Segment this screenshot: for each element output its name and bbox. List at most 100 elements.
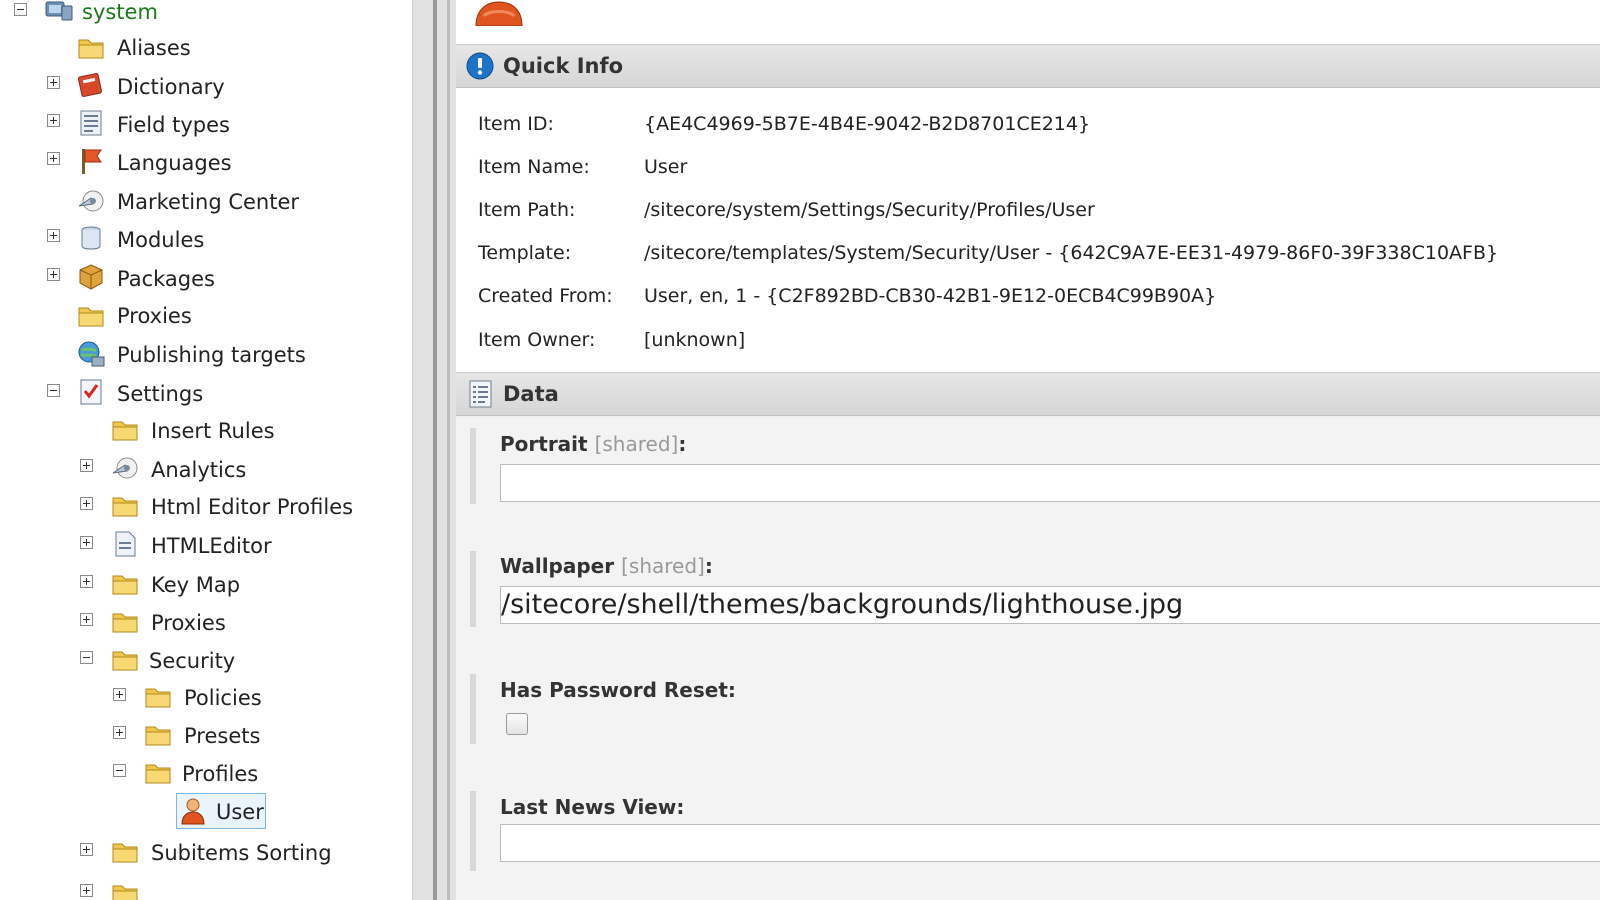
portrait-label: Portrait [shared]: [500,432,687,456]
marketing-center-icon [78,190,104,212]
tree-item-modules[interactable]: Modules [117,228,204,252]
field-marker [470,674,476,744]
collapse-toggle[interactable] [113,764,126,777]
data-section-header[interactable]: Data [456,372,1600,416]
shared-tag: [shared] [594,432,679,456]
last-news-view-input[interactable] [500,824,1600,862]
folder-icon [78,307,104,327]
expand-toggle[interactable] [80,536,93,549]
quick-info-header[interactable]: Quick Info [456,44,1600,88]
settings-icon [80,379,102,405]
tree-item-settings[interactable]: Settings [117,382,203,406]
wallpaper-label: Wallpaper [shared]: [500,554,713,578]
tree-root-system[interactable]: system [82,0,158,24]
info-key: Item ID: [478,113,554,135]
tree-item-policies[interactable]: Policies [184,686,262,710]
folder-icon [112,421,138,441]
tree-item-user[interactable]: User [216,800,264,824]
expand-toggle[interactable] [47,114,60,127]
expand-toggle[interactable] [113,726,126,739]
tree-item-profiles[interactable]: Profiles [182,762,258,786]
info-key: Item Name: [478,156,590,178]
tree-item-key-map[interactable]: Key Map [151,573,240,597]
splitter-grip [433,0,437,900]
tree-item-htmleditor[interactable]: HTMLEditor [151,534,272,558]
folder-icon [145,726,171,746]
tree-item-html-editor-profiles[interactable]: Html Editor Profiles [151,495,353,519]
expand-toggle[interactable] [80,613,93,626]
folder-icon [145,764,171,784]
info-value: User [644,156,688,178]
expand-toggle[interactable] [47,229,60,242]
info-value: User, en, 1 - {C2F892BD-CB30-42B1-9E12-0… [644,285,1217,307]
content-tree: system Aliases Dictionary Field types La… [0,0,412,900]
info-value: [unknown] [644,329,746,351]
info-key: Template: [478,242,572,264]
modules-icon [81,226,101,250]
info-key: Created From: [478,285,613,307]
collapse-toggle[interactable] [80,651,93,664]
wallpaper-input[interactable]: /sitecore/shell/themes/backgrounds/light… [500,586,1600,624]
field-marker [470,791,476,871]
info-icon [466,52,494,80]
info-value: {AE4C4969-5B7E-4B4E-9042-B2D8701CE214} [644,113,1091,135]
expand-toggle[interactable] [80,575,93,588]
folder-icon [112,497,138,517]
tree-item-marketing-center[interactable]: Marketing Center [117,190,299,214]
shared-tag: [shared] [621,554,705,578]
content-editor: Quick Info Item ID: {AE4C4969-5B7E-4B4E-… [456,0,1600,900]
publishing-targets-icon [78,341,105,367]
tree-item-proxies[interactable]: Proxies [117,304,192,328]
quick-info-panel: Item ID: {AE4C4969-5B7E-4B4E-9042-B2D870… [456,88,1600,374]
folder-icon [78,39,104,59]
has-password-reset-label: Has Password Reset: [500,678,736,702]
tree-item-aliases[interactable]: Aliases [117,36,191,60]
pane-splitter[interactable] [412,0,457,900]
collapse-toggle[interactable] [47,384,60,397]
info-key: Item Path: [478,199,576,221]
data-section-icon [469,380,492,408]
item-header [456,0,1600,46]
expand-toggle[interactable] [80,459,93,472]
expand-toggle[interactable] [80,843,93,856]
analytics-icon [112,457,138,479]
tree-item-languages[interactable]: Languages [117,151,232,175]
field-marker [470,428,476,504]
tree-item-dictionary[interactable]: Dictionary [117,75,225,99]
expand-toggle[interactable] [47,268,60,281]
quick-info-title: Quick Info [503,54,624,78]
tree-item-insert-rules[interactable]: Insert Rules [151,419,275,443]
tree-item-analytics[interactable]: Analytics [151,458,246,482]
expand-toggle[interactable] [47,76,60,89]
tree-item-presets[interactable]: Presets [184,724,260,748]
system-icon [45,1,73,21]
has-password-reset-checkbox[interactable] [506,713,528,735]
splitter-edge [447,0,450,900]
portrait-input[interactable] [500,464,1600,502]
expand-toggle[interactable] [80,497,93,510]
collapse-toggle[interactable] [14,3,27,16]
folder-icon [112,843,138,863]
expand-toggle[interactable] [47,152,60,165]
user-icon [181,798,205,825]
tree-item-packages[interactable]: Packages [117,267,215,291]
tree-item-subitems-sorting[interactable]: Subitems Sorting [151,841,332,865]
folder-icon [112,575,138,595]
template-link[interactable]: /sitecore/templates/System/Security/User… [644,242,1498,264]
tree-item-settings-proxies[interactable]: Proxies [151,611,226,635]
expand-toggle[interactable] [80,884,93,897]
info-value: /sitecore/system/Settings/Security/Profi… [644,199,1095,221]
package-icon [79,264,103,290]
data-panel: Portrait [shared]: Wallpaper [shared]: /… [456,418,1600,900]
field-marker [470,551,476,627]
field-types-icon [80,110,102,136]
expand-toggle[interactable] [113,688,126,701]
folder-icon [112,885,138,900]
tree-item-field-types[interactable]: Field types [117,113,230,137]
document-icon [115,531,136,557]
tree-item-security[interactable]: Security [149,649,235,673]
info-key: Item Owner: [478,329,596,351]
tree-item-publishing-targets[interactable]: Publishing targets [117,343,306,367]
dictionary-icon [78,73,102,97]
flag-icon [82,149,102,174]
